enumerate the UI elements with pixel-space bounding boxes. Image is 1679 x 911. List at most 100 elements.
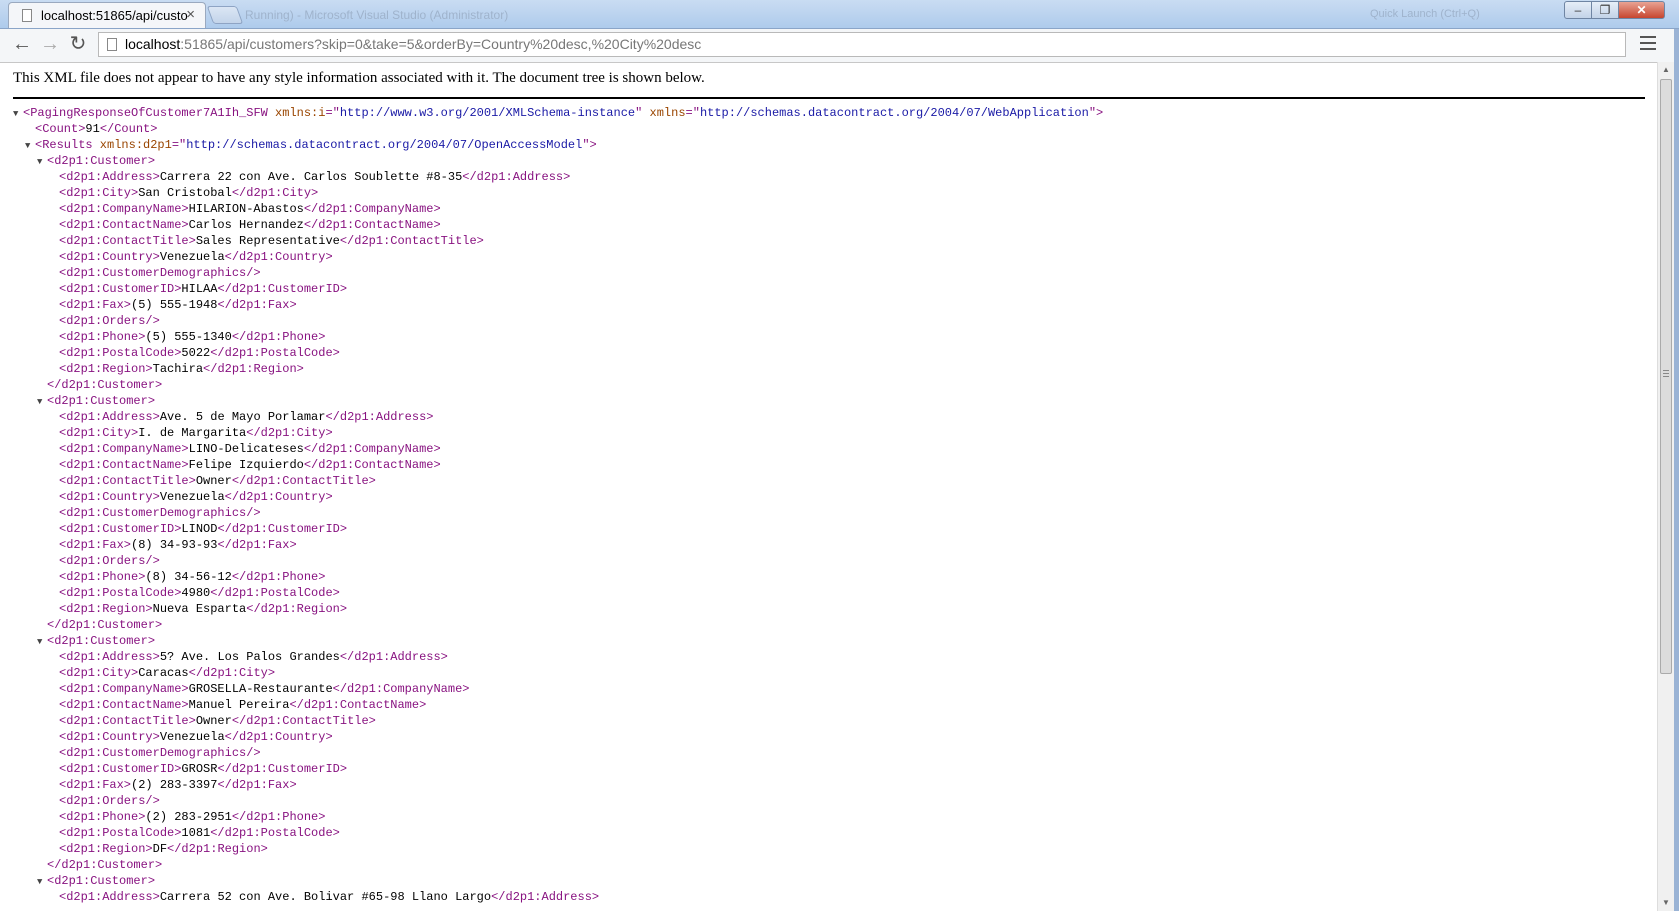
page-icon [22,9,32,22]
xml-tag: <d2p1:PostalCode> [59,346,182,360]
collapse-triangle-icon[interactable]: ▼ [13,106,23,122]
xml-tag: </d2p1:Fax> [217,298,297,312]
xml-line: <d2p1:CustomerID>HILAA</d2p1:CustomerID> [13,281,1103,297]
xml-line: <d2p1:City>San Cristobal</d2p1:City> [13,185,1103,201]
xml-tag: </d2p1:ContactName> [303,458,441,472]
scroll-up-arrow-icon[interactable]: ▲ [1658,62,1674,78]
xml-punct: " [582,138,590,152]
xml-text: Felipe Izquierdo [188,458,304,472]
xml-line: <d2p1:ContactTitle>Owner</d2p1:ContactTi… [13,713,1103,729]
xml-text: LINOD [181,522,218,536]
xml-text: 4980 [181,586,211,600]
xml-text: (2) 283-3397 [131,778,218,792]
collapse-triangle-icon[interactable]: ▼ [25,138,35,154]
xml-attr-name: xmlns:d2p1 [92,138,172,152]
xml-line: <d2p1:PostalCode>4980</d2p1:PostalCode> [13,585,1103,601]
xml-tag: </d2p1:Phone> [231,570,326,584]
xml-tag: </d2p1:Country> [224,250,333,264]
menu-icon[interactable] [1640,36,1656,54]
xml-punct: =" [325,106,340,120]
xml-text: Carrera 22 con Ave. Carlos Soublette #8-… [159,170,463,184]
xml-text: Owner [195,714,232,728]
address-bar[interactable]: localhost:51865/api/customers?skip=0&tak… [98,32,1626,57]
xml-text: HILAA [181,282,218,296]
xml-attr-name: xmlns [642,106,686,120]
scroll-thumb[interactable] [1660,79,1672,674]
xml-line: <d2p1:CompanyName>LINO-Delicateses</d2p1… [13,441,1103,457]
xml-tag: <d2p1:Address> [59,650,160,664]
xml-text: (8) 34-93-93 [131,538,218,552]
collapse-triangle-icon[interactable]: ▼ [37,394,47,410]
xml-tag: </d2p1:CustomerID> [217,522,348,536]
xml-tag: </d2p1:Country> [224,490,333,504]
xml-tag: </d2p1:ContactTitle> [339,234,484,248]
xml-tag: <d2p1:City> [59,426,139,440]
xml-line: <d2p1:Region>DF</d2p1:Region> [13,841,1103,857]
xml-text: Carrera 52 con Ave. Bolivar #65-98 Llano… [159,890,492,904]
xml-attr-value: http://www.w3.org/2001/XMLSchema-instanc… [339,106,636,120]
window-close-button[interactable]: ✕ [1618,1,1665,19]
xml-tag: <d2p1:CustomerID> [59,282,182,296]
xml-text: 91 [85,122,100,136]
new-tab-button[interactable] [206,6,244,24]
xml-line: <d2p1:PostalCode>5022</d2p1:PostalCode> [13,345,1103,361]
xml-tag: <d2p1:Phone> [59,330,146,344]
xml-text: Caracas [138,666,189,680]
xml-tag: <d2p1:City> [59,666,139,680]
xml-tag: </d2p1:Address> [325,410,434,424]
xml-line: <d2p1:CustomerID>GROSR</d2p1:CustomerID> [13,761,1103,777]
xml-punct: > [147,154,156,168]
collapse-triangle-icon[interactable]: ▼ [37,154,47,170]
browser-tab[interactable]: localhost:51865/api/custo × [8,2,206,28]
xml-tag: </d2p1:PostalCode> [210,346,340,360]
xml-line: ▼ <d2p1:Customer> [13,873,1103,889]
xml-tag: </d2p1:Fax> [217,778,297,792]
xml-tag: <d2p1:Customer [47,394,148,408]
forward-button[interactable]: → [38,33,62,57]
xml-punct: > [1096,106,1104,120]
xml-tag: </Count> [99,122,158,136]
xml-punct: > [147,634,156,648]
xml-text: (8) 34-56-12 [145,570,232,584]
minimize-button[interactable]: – [1564,1,1592,19]
close-icon[interactable]: × [186,6,195,23]
vertical-scrollbar[interactable]: ▲ ▼ [1657,62,1674,911]
xml-text: Venezuela [159,490,225,504]
reload-button[interactable]: ↻ [66,33,90,57]
xml-tag: <d2p1:Address> [59,410,160,424]
xml-tag: <d2p1:CompanyName> [59,682,189,696]
back-button[interactable]: ← [10,33,34,57]
xml-line: <d2p1:Phone>(5) 555-1340</d2p1:Phone> [13,329,1103,345]
xml-line: </d2p1:Customer> [13,617,1103,633]
xml-line: <d2p1:Phone>(2) 283-2951</d2p1:Phone> [13,809,1103,825]
page-icon [107,38,117,51]
xml-line: </d2p1:Customer> [13,857,1103,873]
xml-text: Carlos Hernandez [188,218,304,232]
xml-tag: <d2p1:CustomerDemographics/> [59,266,261,280]
xml-line: <d2p1:Address>Ave. 5 de Mayo Porlamar</d… [13,409,1103,425]
url-text[interactable]: localhost:51865/api/customers?skip=0&tak… [125,36,701,52]
xml-line: <d2p1:Fax>(8) 34-93-93</d2p1:Fax> [13,537,1103,553]
xml-tag: <d2p1:Customer [47,154,148,168]
url-host: localhost [125,36,181,52]
collapse-triangle-icon[interactable]: ▼ [37,634,47,650]
collapse-triangle-icon[interactable]: ▼ [37,874,47,890]
maximize-button[interactable]: ❐ [1591,1,1619,19]
xml-text: Tachira [152,362,204,376]
scroll-down-arrow-icon[interactable]: ▼ [1658,895,1674,911]
xml-line: <d2p1:CustomerDemographics/> [13,265,1103,281]
xml-tag: <d2p1:Phone> [59,570,146,584]
title-bar: localhost:51865/api/custo × Running) - M… [0,0,1679,29]
xml-line: <d2p1:ContactName>Manuel Pereira</d2p1:C… [13,697,1103,713]
xml-text: 5? Ave. Los Palos Grandes [159,650,340,664]
xml-tag: <d2p1:Phone> [59,810,146,824]
xml-line: <d2p1:Fax>(2) 283-3397</d2p1:Fax> [13,777,1103,793]
xml-tag: <d2p1:CompanyName> [59,442,189,456]
xml-text: I. de Margarita [138,426,247,440]
xml-line: <d2p1:Phone>(8) 34-56-12</d2p1:Phone> [13,569,1103,585]
xml-text: HILARION-Abastos [188,202,304,216]
xml-tag: </d2p1:Fax> [217,538,297,552]
xml-tag: <d2p1:Address> [59,890,160,904]
xml-text: Ave. 5 de Mayo Porlamar [159,410,326,424]
browser-toolbar: ← → ↻ localhost:51865/api/customers?skip… [0,29,1679,63]
